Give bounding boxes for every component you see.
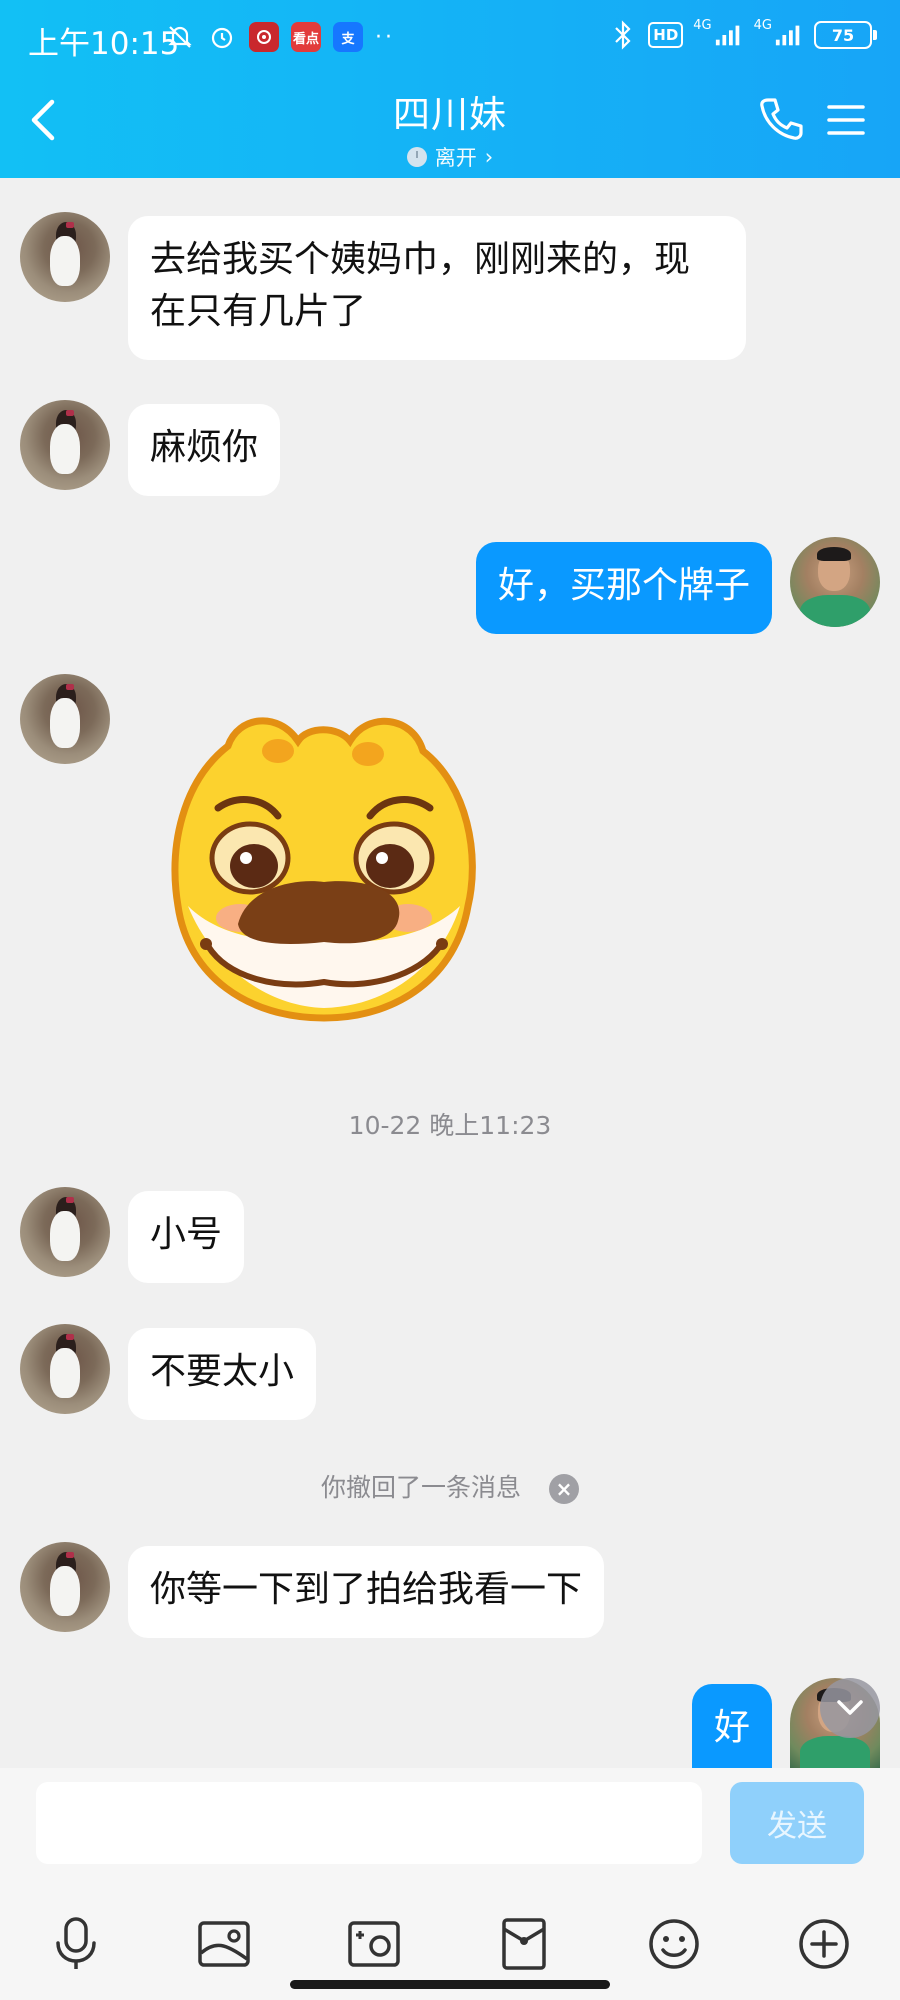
red-packet-button[interactable] [494,1914,554,1974]
bluetooth-icon [608,20,638,50]
camera-icon [348,1921,400,1967]
recall-text: 你撤回了一条消息 [320,1473,521,1502]
presence-status[interactable]: 离开 › [406,142,494,172]
album-button[interactable] [194,1914,254,1974]
message-text: 好 [713,1707,750,1748]
voice-call-button[interactable] [758,96,804,142]
camera-button[interactable] [344,1914,404,1974]
mute-bell-icon [165,22,195,52]
red-packet-icon [502,1918,546,1970]
emoji-icon [649,1919,699,1969]
status-icons-left: 看点 支 ·· [165,22,395,52]
hd-voice-icon: HD [648,22,684,48]
my-avatar[interactable] [790,537,880,627]
message-text: 去给我买个姨妈巾，刚刚来的，现 [150,239,691,280]
contact-avatar[interactable] [20,212,110,302]
message-bubble-incoming[interactable]: 不要太小 [128,1328,317,1420]
contact-avatar[interactable] [20,674,110,764]
message-text: 小号 [150,1214,223,1255]
network-type-1: 4G [693,17,712,33]
message-text: 你等一下到了拍给我看一下 [150,1569,583,1610]
contact-avatar[interactable] [20,1187,110,1277]
kandian-icon: 看点 [291,22,321,52]
message-bubble-outgoing[interactable]: 好，买那个牌子 [475,542,772,634]
composer-toolbar [0,1914,900,1974]
shy-dog-sticker[interactable] [168,706,480,1024]
chat-header: 上午10:15 看点 支 ·· HD 4G 4G 75 四川妹 离开 › [0,0,900,178]
image-icon [198,1921,250,1967]
alipay-icon: 支 [333,22,363,52]
alarm-icon [207,22,237,52]
phone-icon [760,98,803,140]
more-functions-button[interactable] [794,1914,854,1974]
status-icons-right: HD 4G 4G 75 [608,17,877,50]
message-bubble-outgoing[interactable]: 好 [691,1684,772,1768]
contact-avatar[interactable] [20,400,110,490]
message-bubble-incoming[interactable]: 小号 [128,1191,245,1283]
home-indicator[interactable] [290,1980,610,1989]
chat-menu-button[interactable] [826,102,866,138]
mic-icon [56,1917,96,1969]
contact-avatar[interactable] [20,1542,110,1632]
chevron-down-icon [837,1700,863,1715]
status-time: 上午10:15 [28,26,180,62]
message-bubble-incoming[interactable]: 去给我买个姨妈巾，刚刚来的，现 在只有几片了 [128,216,746,360]
plus-icon [799,1919,849,1969]
presence-label: 离开 [434,146,477,170]
clock-icon [406,147,427,167]
message-text: 不要太小 [150,1351,295,1392]
message-text: 在只有几片了 [150,291,367,332]
voice-input-button[interactable] [46,1914,106,1974]
contact-avatar[interactable] [20,1324,110,1414]
signal-icon [774,20,804,50]
dismiss-recall-icon[interactable]: × [549,1474,579,1504]
message-bubble-incoming[interactable]: 麻烦你 [128,404,281,496]
emoji-button[interactable] [644,1914,704,1974]
status-bar: 上午10:15 看点 支 ·· HD 4G 4G 75 [0,0,900,80]
more-notifications-icon: ·· [375,24,395,50]
message-text: 好，买那个牌子 [497,565,750,606]
recall-notice: 你撤回了一条消息 × [0,1468,900,1504]
message-timestamp: 10-22 晚上11:23 [348,1111,552,1140]
battery-icon: 75 [814,21,877,49]
network-type-2: 4G [753,17,772,33]
message-bubble-incoming[interactable]: 你等一下到了拍给我看一下 [128,1546,605,1638]
chevron-right-icon: › [484,145,494,169]
netease-music-icon [249,22,279,52]
signal-icon [714,20,744,50]
send-button[interactable]: 发送 [730,1782,864,1864]
message-input[interactable] [36,1782,702,1864]
menu-icon [827,105,865,135]
composer: 发送 [0,1768,900,2000]
scroll-to-bottom-button[interactable] [820,1678,880,1738]
message-text: 麻烦你 [150,427,259,468]
